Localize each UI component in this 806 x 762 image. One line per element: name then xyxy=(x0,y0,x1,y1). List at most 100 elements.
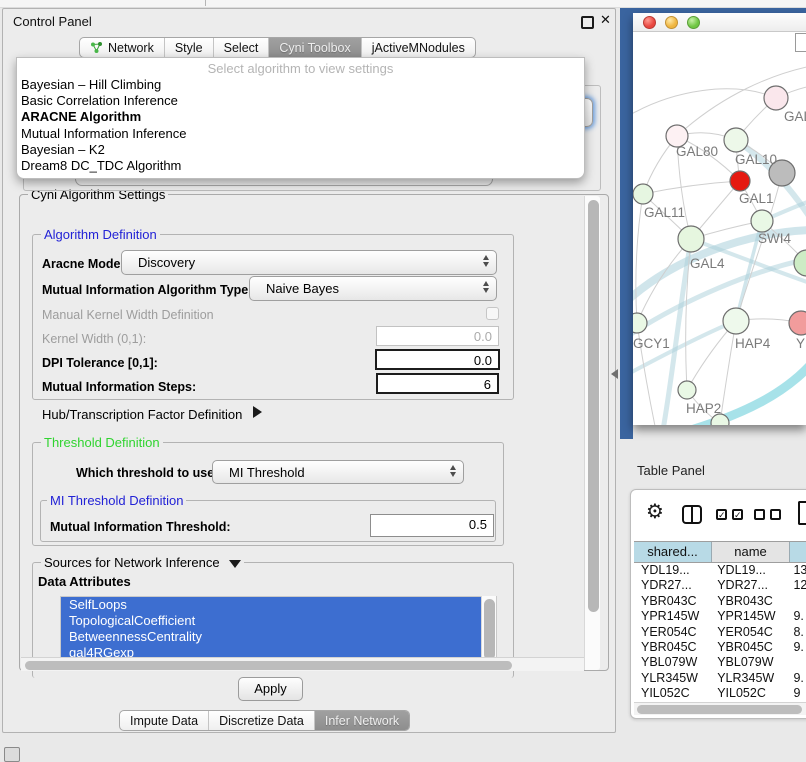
network-node-gal11[interactable] xyxy=(633,184,653,204)
table-cell: YBR045C xyxy=(634,640,710,655)
network-edge[interactable] xyxy=(636,194,643,323)
network-node-gal10[interactable] xyxy=(724,128,748,152)
column-header[interactable]: shared... xyxy=(634,542,712,562)
control-tabbar: NetworkStyleSelectCyni ToolboxjActiveMNo… xyxy=(79,37,476,58)
chevron-right-icon[interactable] xyxy=(253,406,262,418)
table-row[interactable]: YBR043CYBR043C xyxy=(634,594,806,609)
tab-discretize-data[interactable]: Discretize Data xyxy=(209,711,315,730)
algorithm-option[interactable]: Mutual Information Inference xyxy=(17,126,584,142)
document-icon[interactable] xyxy=(798,501,806,525)
mi-threshold-field[interactable]: 0.5 xyxy=(370,514,494,537)
table-row[interactable]: YLR345WYLR345W9. xyxy=(634,671,806,686)
dpi-tolerance-field[interactable]: 0.0 xyxy=(375,349,500,370)
network-edge[interactable] xyxy=(633,89,776,116)
table-row[interactable]: YBR045CYBR045C9. xyxy=(634,640,806,655)
data-attribute-item[interactable]: TopologicalCoefficient xyxy=(61,613,496,629)
minimize-window-icon[interactable] xyxy=(665,16,678,29)
network-window-titlebar[interactable] xyxy=(633,13,806,32)
checked-box-icon[interactable]: ✓ xyxy=(732,509,743,520)
algorithm-option[interactable]: Bayesian – K2 xyxy=(17,142,584,158)
table-panel-title: Table Panel xyxy=(637,463,705,478)
network-node-hap2[interactable] xyxy=(678,381,696,399)
kernel-width-field[interactable]: 0.0 xyxy=(376,326,499,346)
screen: Control Panel ✕ NetworkStyleSelectCyni T… xyxy=(0,0,806,762)
tab-infer-network[interactable]: Infer Network xyxy=(315,711,409,730)
taskbar-icon[interactable] xyxy=(4,747,20,762)
table-cell: YBL079W xyxy=(710,655,786,670)
algorithm-option[interactable]: Basic Correlation Inference xyxy=(17,93,584,109)
close-icon[interactable]: ✕ xyxy=(600,12,611,28)
network-node-gal4[interactable] xyxy=(678,226,704,252)
table-row[interactable]: YER054CYER054C8. xyxy=(634,625,806,640)
control-panel-title: Control Panel xyxy=(13,14,92,29)
table-row[interactable]: YPR145WYPR145W9. xyxy=(634,609,806,624)
apply-button[interactable]: Apply xyxy=(238,677,303,701)
panel-splitter-collapse-icon[interactable] xyxy=(611,369,618,379)
algorithm-option[interactable]: Bayesian – Hill Climbing xyxy=(17,77,584,93)
settings-vertical-scrollbar[interactable] xyxy=(584,196,600,670)
close-window-icon[interactable] xyxy=(643,16,656,29)
unchecked-box-icon[interactable] xyxy=(770,509,781,520)
network-icon xyxy=(90,41,103,54)
tab-impute-data[interactable]: Impute Data xyxy=(120,711,209,730)
which-threshold-label: Which threshold to use: xyxy=(76,466,218,480)
network-node-label: HAP2 xyxy=(686,401,721,416)
chevron-down-icon[interactable] xyxy=(229,560,241,568)
algorithm-dropdown-placeholder: Select algorithm to view settings xyxy=(17,58,584,77)
tab-network[interactable]: Network xyxy=(80,38,165,57)
data-attribute-item[interactable]: BetweennessCentrality xyxy=(61,629,496,645)
network-node-hap4[interactable] xyxy=(723,308,749,334)
table-body: YDL19...YDL19...13YDR27...YDR27...12YBR0… xyxy=(634,563,806,702)
spinner-icon xyxy=(450,465,456,477)
algorithm-option[interactable]: ARACNE Algorithm xyxy=(17,109,584,125)
sources-title: Sources for Network Inference xyxy=(44,555,220,570)
unchecked-box-icon[interactable] xyxy=(754,509,765,520)
network-node[interactable] xyxy=(794,250,806,276)
network-node-gcy1[interactable] xyxy=(633,313,647,333)
data-attributes-list[interactable]: SelfLoopsTopologicalCoefficientBetweenne… xyxy=(60,596,497,663)
network-node-label: GAL1 xyxy=(739,191,774,206)
table-cell: YLR345W xyxy=(634,671,710,686)
tab-cyni-toolbox[interactable]: Cyni Toolbox xyxy=(269,38,361,57)
network-edge[interactable] xyxy=(720,321,736,423)
gear-icon[interactable]: ⚙ xyxy=(646,502,664,522)
dpi-tolerance-label: DPI Tolerance [0,1]: xyxy=(42,356,158,370)
tab-style[interactable]: Style xyxy=(165,38,214,57)
network-node-label: GAL10 xyxy=(735,152,777,167)
network-node-gal1[interactable] xyxy=(730,171,750,191)
columns-icon[interactable] xyxy=(682,505,702,524)
network-node-swi4[interactable] xyxy=(751,210,773,232)
mi-type-combo[interactable]: Naive Bayes xyxy=(249,276,497,301)
float-panel-icon[interactable] xyxy=(581,16,594,29)
network-edge[interactable] xyxy=(643,181,740,194)
tab-select[interactable]: Select xyxy=(214,38,270,57)
algorithm-option[interactable]: Dream8 DC_TDC Algorithm xyxy=(17,158,584,174)
table-row[interactable]: YBL079WYBL079W xyxy=(634,655,806,670)
table-row[interactable]: YIL052CYIL052C9 xyxy=(634,686,806,701)
network-node-gal[interactable] xyxy=(764,86,788,110)
data-attribute-item[interactable]: SelfLoops xyxy=(61,597,496,613)
table-row[interactable]: YDR27...YDR27...12 xyxy=(634,578,806,593)
manual-kernel-checkbox[interactable] xyxy=(486,307,499,320)
settings-horizontal-scrollbar[interactable] xyxy=(21,657,584,671)
mi-type-value: Naive Bayes xyxy=(266,281,339,296)
which-threshold-combo[interactable]: MI Threshold xyxy=(212,460,464,484)
table-horizontal-scrollbar[interactable] xyxy=(634,702,806,715)
table-cell: YPR145W xyxy=(710,609,786,624)
table-row[interactable]: YDL19...YDL19...13 xyxy=(634,563,806,578)
mi-steps-field[interactable]: 6 xyxy=(376,373,499,394)
zoom-window-icon[interactable] xyxy=(687,16,700,29)
network-node-y[interactable] xyxy=(789,311,806,335)
column-header[interactable]: name xyxy=(712,542,790,562)
table-cell: YBR045C xyxy=(710,640,786,655)
table-cell: YLR345W xyxy=(710,671,786,686)
attributes-list-scrollbar[interactable] xyxy=(481,596,496,663)
aracne-mode-value: Discovery xyxy=(138,255,195,270)
top-strip xyxy=(0,0,806,8)
checked-box-icon[interactable]: ✓ xyxy=(716,509,727,520)
table-cell: 8. xyxy=(786,625,806,640)
column-header[interactable] xyxy=(790,542,806,562)
tab-jactivemnodules[interactable]: jActiveMNodules xyxy=(362,38,475,57)
network-canvas[interactable]: GALGAL80GAL10GAL1GAL11SWI4GAL4GCY1HAP4YH… xyxy=(633,32,806,425)
aracne-mode-combo[interactable]: Discovery xyxy=(121,250,497,275)
